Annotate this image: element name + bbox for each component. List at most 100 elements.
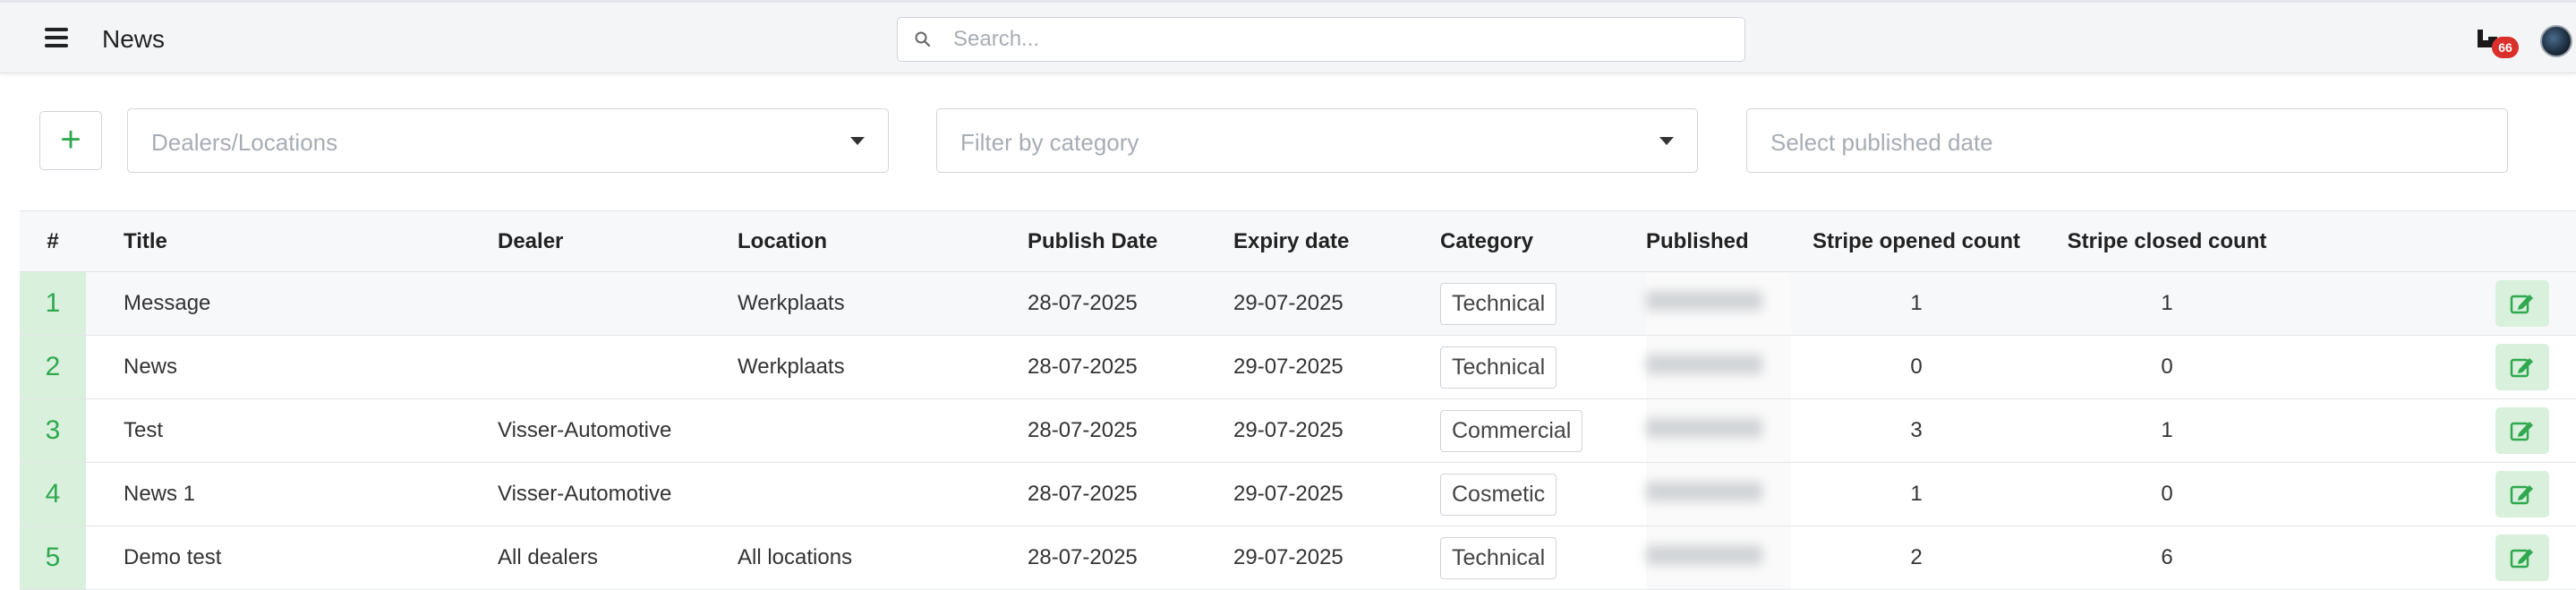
row-expiry-date: 29-07-2025 xyxy=(1233,482,1343,506)
row-stripe-closed: 1 xyxy=(2161,291,2173,315)
row-title: Demo test xyxy=(124,545,222,569)
row-category-cell: Technical xyxy=(1440,272,1646,336)
row-location xyxy=(738,463,1028,526)
row-stripe-opened: 0 xyxy=(1910,355,1923,379)
column-header-title[interactable]: Title xyxy=(86,211,498,272)
dealers-locations-select[interactable]: Dealers/Locations xyxy=(127,108,889,173)
row-published xyxy=(1646,335,1791,399)
edit-button[interactable] xyxy=(2495,280,2549,327)
search-icon xyxy=(915,31,931,47)
row-expiry-date: 29-07-2025 xyxy=(1233,545,1343,569)
row-dealer: All dealers xyxy=(498,545,599,569)
news-table: # Title Dealer Location Publish Date Exp… xyxy=(20,210,2576,590)
row-publish-date: 28-07-2025 xyxy=(1028,291,1138,315)
row-category-cell: Commercial xyxy=(1440,399,1646,463)
row-location: Werkplaats xyxy=(738,355,845,379)
row-category-cell: Technical xyxy=(1440,336,1646,399)
table-row[interactable]: 5 Demo test All dealers All locations 28… xyxy=(20,526,2576,590)
category-filter-placeholder: Filter by category xyxy=(960,129,1139,156)
redacted-published-value xyxy=(1646,290,1762,311)
row-stripe-closed: 0 xyxy=(2161,482,2173,506)
table-row[interactable]: 2 News Werkplaats 28-07-2025 29-07-2025 … xyxy=(20,335,2576,399)
row-title: News 1 xyxy=(124,482,196,506)
dealers-locations-placeholder: Dealers/Locations xyxy=(151,129,338,156)
column-header-stripe-opened[interactable]: Stripe opened count xyxy=(1791,211,2042,272)
row-publish-date: 28-07-2025 xyxy=(1028,355,1138,379)
search-input[interactable] xyxy=(953,25,1723,54)
table-row[interactable]: 3 Test Visser-Automotive 28-07-2025 29-0… xyxy=(20,398,2576,463)
row-number: 5 xyxy=(20,526,86,590)
row-dealer xyxy=(498,272,738,336)
published-date-placeholder: Select published date xyxy=(1770,129,1993,156)
row-location: Werkplaats xyxy=(738,291,845,315)
row-number: 3 xyxy=(20,398,86,463)
column-header-dealer[interactable]: Dealer xyxy=(498,211,738,272)
edit-button[interactable] xyxy=(2495,534,2549,581)
row-published xyxy=(1646,271,1791,336)
column-header-category[interactable]: Category xyxy=(1440,211,1646,272)
row-stripe-opened: 2 xyxy=(1910,545,1923,569)
row-title: Message xyxy=(124,291,211,315)
row-actions xyxy=(2292,336,2576,399)
category-badge: Commercial xyxy=(1440,409,1583,452)
row-category-cell: Technical xyxy=(1440,526,1646,590)
category-filter-select[interactable]: Filter by category xyxy=(936,108,1698,173)
row-expiry-date: 29-07-2025 xyxy=(1233,418,1343,442)
category-badge: Cosmetic xyxy=(1440,473,1557,516)
row-actions xyxy=(2292,272,2576,336)
add-news-button[interactable]: + xyxy=(39,111,102,170)
search-box[interactable] xyxy=(897,17,1745,62)
redacted-published-value xyxy=(1646,354,1762,374)
row-stripe-opened: 1 xyxy=(1910,291,1923,315)
column-header-publish-date[interactable]: Publish Date xyxy=(1028,211,1233,272)
column-header-expiry-date[interactable]: Expiry date xyxy=(1233,211,1440,272)
row-published xyxy=(1646,462,1791,526)
table-row[interactable]: 4 News 1 Visser-Automotive 28-07-2025 29… xyxy=(20,462,2576,526)
row-publish-date: 28-07-2025 xyxy=(1028,545,1138,569)
row-actions xyxy=(2292,463,2576,526)
row-dealer: Visser-Automotive xyxy=(498,482,672,506)
column-header-published[interactable]: Published xyxy=(1646,211,1791,272)
edit-icon xyxy=(2510,295,2533,314)
column-header-actions xyxy=(2292,211,2576,272)
published-date-picker[interactable]: Select published date xyxy=(1746,108,2508,173)
row-number: 1 xyxy=(20,271,86,336)
row-stripe-closed: 6 xyxy=(2161,545,2173,569)
row-publish-date: 28-07-2025 xyxy=(1028,482,1138,506)
top-bar: News 66 xyxy=(0,0,2576,73)
redacted-published-value xyxy=(1646,544,1762,565)
row-published xyxy=(1646,526,1791,590)
edit-button[interactable] xyxy=(2495,471,2549,517)
row-location xyxy=(738,399,1028,463)
row-expiry-date: 29-07-2025 xyxy=(1233,291,1343,315)
row-dealer xyxy=(498,336,738,399)
category-badge: Technical xyxy=(1440,282,1557,325)
row-actions xyxy=(2292,399,2576,463)
edit-button[interactable] xyxy=(2495,344,2549,390)
row-category-cell: Cosmetic xyxy=(1440,463,1646,526)
column-header-location[interactable]: Location xyxy=(738,211,1028,272)
edit-icon xyxy=(2510,549,2533,569)
row-number: 4 xyxy=(20,462,86,526)
edit-button[interactable] xyxy=(2495,407,2549,454)
redacted-published-value xyxy=(1646,417,1762,438)
row-number: 2 xyxy=(20,335,86,399)
chevron-down-icon xyxy=(850,137,865,145)
column-header-num[interactable]: # xyxy=(20,211,86,272)
page-title: News xyxy=(102,25,166,53)
hamburger-icon[interactable] xyxy=(45,28,68,47)
row-stripe-opened: 3 xyxy=(1910,418,1923,442)
notification-button[interactable]: 66 xyxy=(2476,24,2519,60)
edit-icon xyxy=(2510,485,2533,505)
avatar[interactable] xyxy=(2540,25,2572,57)
redacted-published-value xyxy=(1646,481,1762,501)
table-row[interactable]: 1 Message Werkplaats 28-07-2025 29-07-20… xyxy=(20,271,2576,336)
row-actions xyxy=(2292,526,2576,590)
row-stripe-closed: 1 xyxy=(2161,418,2173,442)
row-published xyxy=(1646,398,1791,463)
row-stripe-closed: 0 xyxy=(2161,355,2173,379)
chevron-down-icon xyxy=(1659,137,1674,145)
column-header-stripe-closed[interactable]: Stripe closed count xyxy=(2042,211,2292,272)
row-title: News xyxy=(124,355,178,379)
row-stripe-opened: 1 xyxy=(1910,482,1923,506)
